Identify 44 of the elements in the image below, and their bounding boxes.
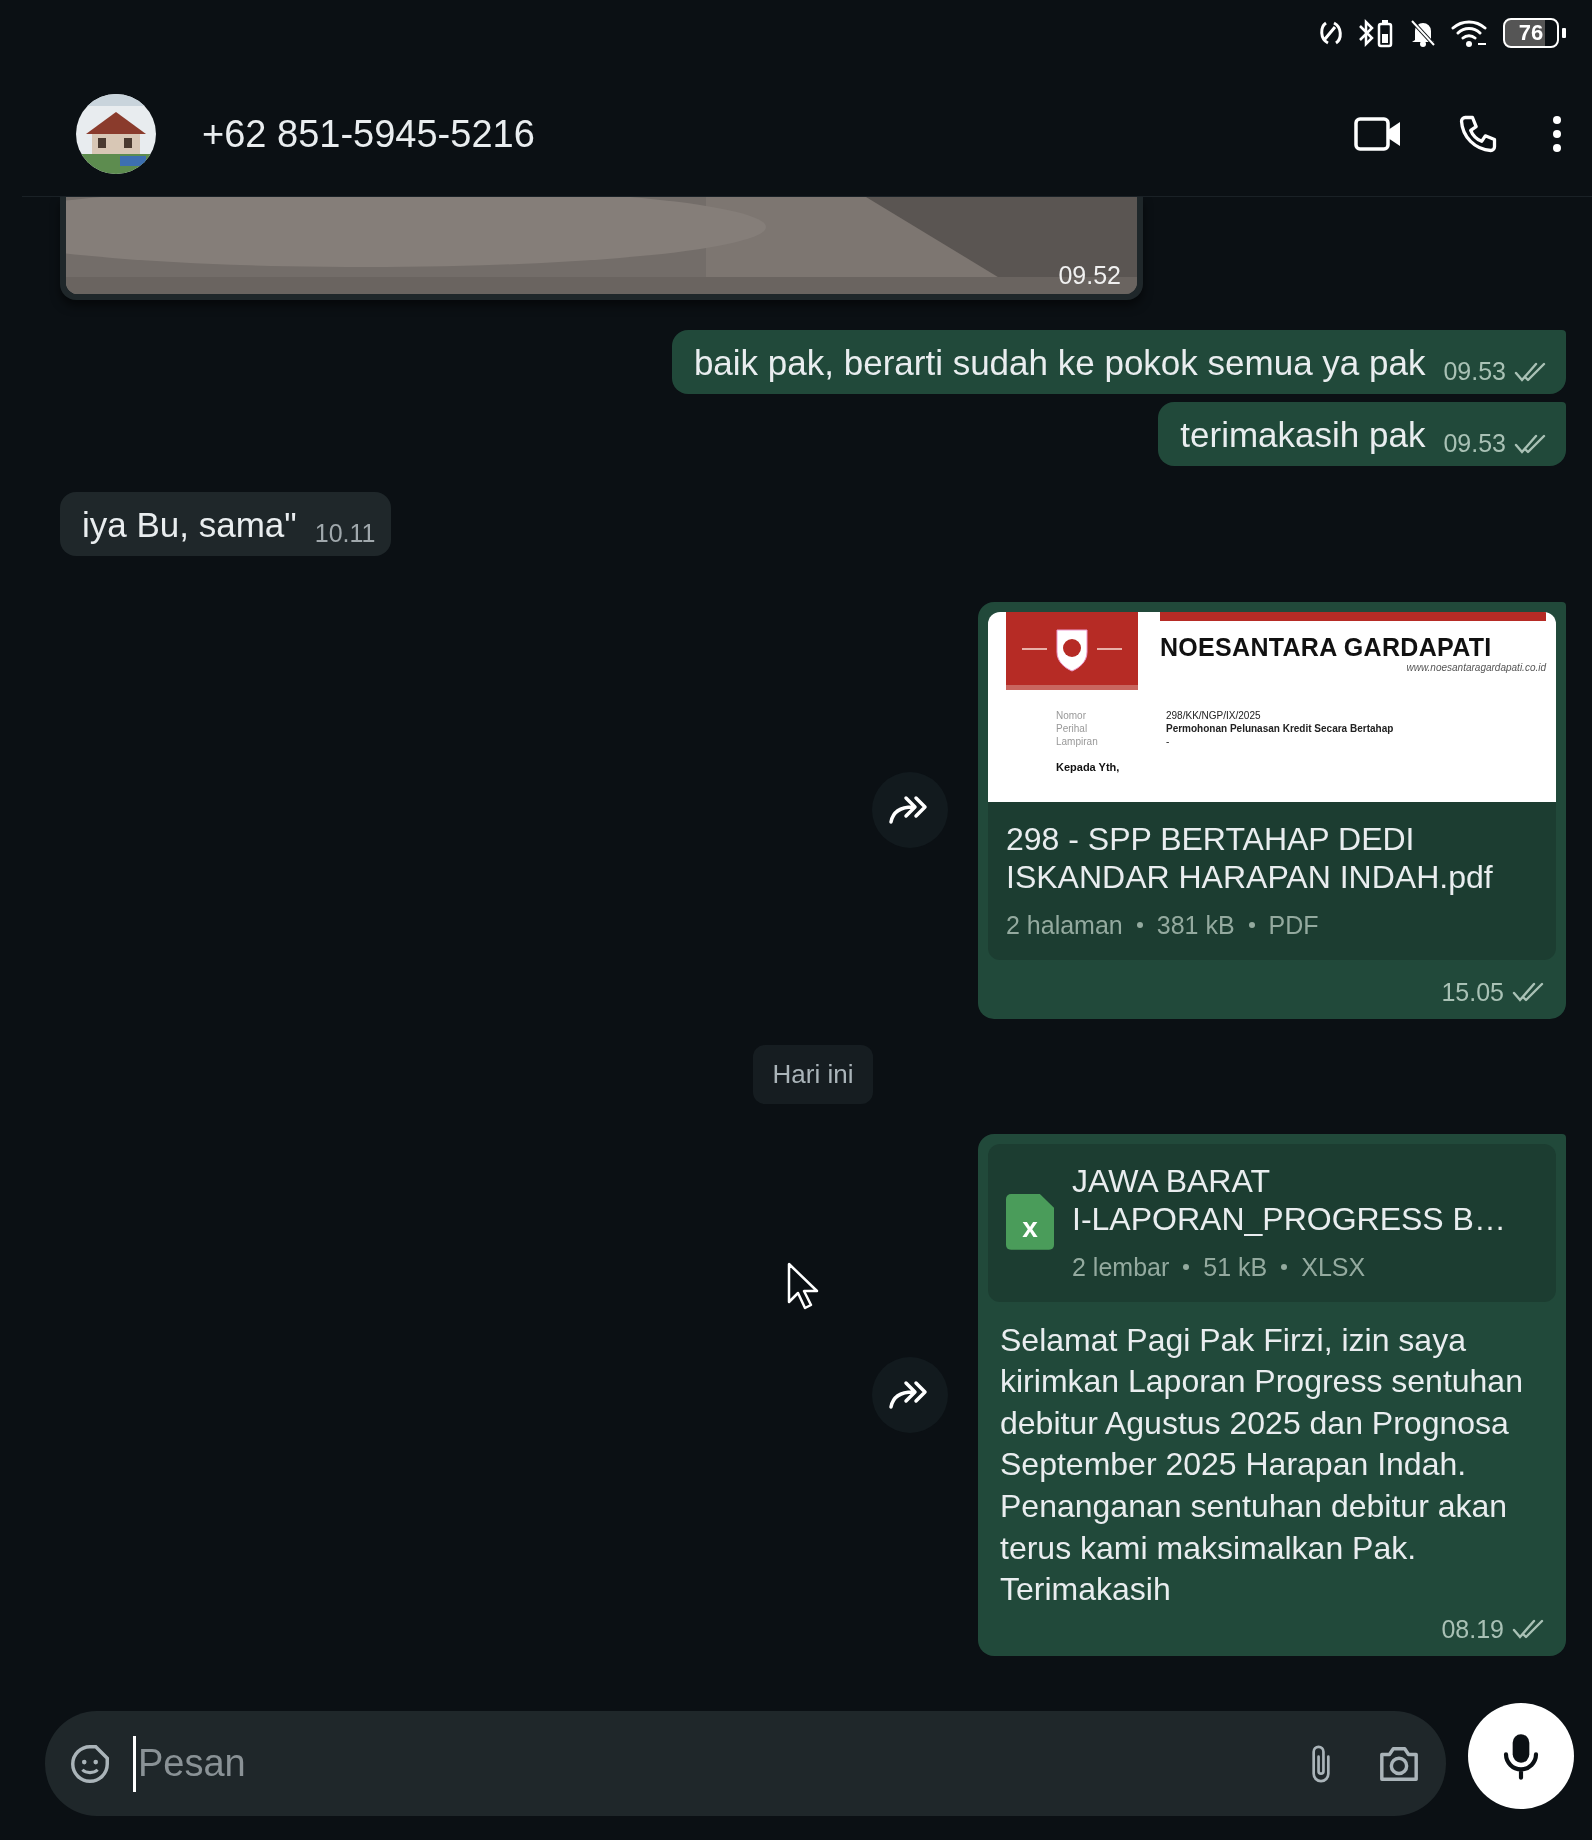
file-meta: 381 kB — [1156, 910, 1235, 940]
separator-dot-icon — [1136, 922, 1143, 929]
bluetooth-battery-icon — [1357, 18, 1395, 48]
spreadsheet-file-icon: x — [1006, 1193, 1054, 1250]
separator-dot-icon — [1248, 922, 1255, 929]
letter-field-value: - — [1166, 736, 1171, 747]
company-website: www.noesantaragardapati.co.id — [1406, 662, 1546, 673]
message-time: 15.05 — [1441, 977, 1504, 1007]
microphone-icon — [1501, 1731, 1541, 1781]
letter-field-value: 298/KK/NGP/IX/2025 — [1166, 710, 1262, 721]
more-options-button[interactable] — [1552, 114, 1562, 154]
incoming-message[interactable]: iya Bu, sama" 10.11 — [60, 492, 392, 556]
letter-field-label: Lampiran — [1056, 736, 1099, 747]
letter-field-value: Permohonan Pelunasan Kredit Secara Bertahap — [1166, 723, 1395, 734]
letter-greeting: Kepada Yth, — [1056, 761, 1121, 773]
outgoing-message[interactable]: terimakasih pak 09.53 — [1158, 402, 1566, 466]
company-name: NOESANTARA GARDAPATI — [1160, 633, 1493, 662]
file-name: 298 - SPP BERTAHAP DEDI ISKANDAR HARAPAN INDAH.pdf — [1006, 820, 1494, 897]
letter-field-label: Nomor — [1056, 710, 1087, 721]
file-meta: XLSX — [1301, 1252, 1366, 1282]
message-time: 09.53 — [1443, 429, 1506, 458]
letter-field-label: Perihal — [1056, 723, 1089, 734]
message-composer[interactable]: Pesan — [45, 1711, 1446, 1816]
bell-off-icon — [1409, 18, 1437, 48]
wifi-icon — [1451, 18, 1489, 48]
message-time: 09.52 — [1058, 261, 1121, 290]
file-meta: 2 lembar — [1072, 1252, 1170, 1282]
spreadsheet-message[interactable] — [978, 1133, 1566, 1656]
file-meta: 2 halaman — [1006, 910, 1123, 940]
message-caption: Selamat Pagi Pak Firzi, izin saya kirimkan Laporan Progress sentuhan debitur Agustus 2025 dan Prognosa September 2025 Harapan Indah. Penanganan sentuhan debitur akan terus kami maksimalkan Pak. Terimakasih — [1000, 1320, 1524, 1610]
separator-dot-icon — [1281, 1264, 1288, 1271]
outgoing-message[interactable]: baik pak, berarti sudah ke pokok semua ya pak 09.53 — [671, 330, 1566, 394]
message-time: 09.53 — [1443, 357, 1506, 386]
message-time: 08.19 — [1441, 1614, 1504, 1644]
message-field[interactable]: Pesan — [133, 1735, 1266, 1792]
message-time: 10.11 — [314, 519, 376, 548]
separator-dot-icon — [1183, 1264, 1190, 1271]
photo-message[interactable]: 09.52 — [60, 197, 1143, 300]
file-meta: 51 kB — [1203, 1252, 1268, 1282]
file-name: JAWA BARAT I-LAPORAN_PROGRESS B… — [1072, 1161, 1507, 1239]
contact-name[interactable]: +62 851-5945-5216 — [202, 112, 1302, 156]
file-meta: PDF — [1268, 910, 1319, 940]
battery-level: 76 — [1503, 18, 1559, 48]
document-message[interactable] — [978, 602, 1566, 1019]
